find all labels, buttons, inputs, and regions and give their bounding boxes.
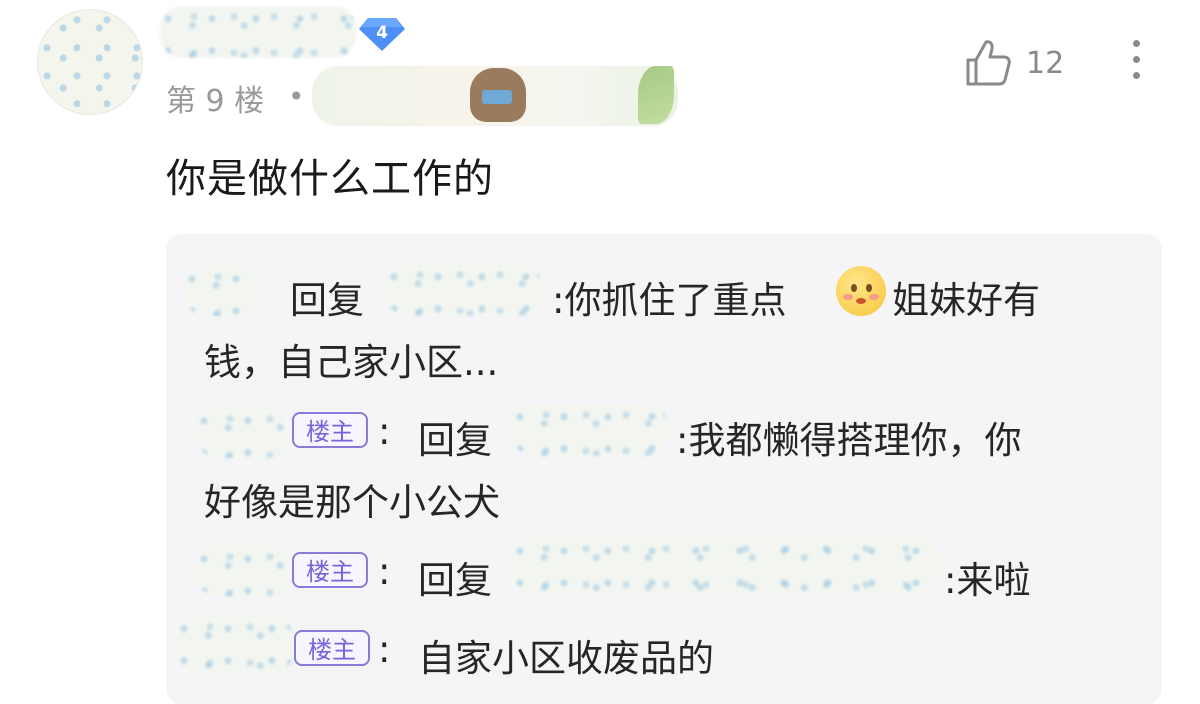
reply-text-line2: 好像是那个小公犬	[204, 481, 500, 524]
reply-text: :我都懒得搭理你，你	[676, 419, 1022, 462]
leaf-decoration-icon	[638, 66, 674, 124]
reply-text: :来啦	[944, 559, 1031, 602]
user-avatar[interactable]	[38, 10, 142, 114]
host-tag: 楼主	[294, 630, 370, 666]
comment-text: 你是做什么工作的	[166, 156, 494, 202]
reply-colon: :	[378, 550, 391, 593]
reply-word: 回复	[290, 279, 364, 322]
blushing-face-emoji	[836, 266, 886, 316]
reply-author-blurred[interactable]	[176, 616, 294, 674]
reply-word: 回复	[418, 419, 492, 462]
reply-author-blurred[interactable]	[196, 408, 290, 458]
reply-author-blurred[interactable]	[196, 546, 290, 596]
thumbs-up-icon[interactable]	[964, 38, 1012, 88]
reply-word: 回复	[418, 559, 492, 602]
floor-label: 第 9 楼	[166, 84, 265, 119]
like-count[interactable]: 12	[1026, 46, 1064, 81]
reply-target-blurred[interactable]	[386, 264, 542, 316]
emoji-cheek	[869, 294, 879, 300]
reply-text-continued: 姐妹好有	[892, 279, 1040, 322]
emoji-cheek	[843, 294, 853, 300]
reply-colon: :	[378, 628, 391, 671]
reply-author-blurred[interactable]	[184, 266, 258, 316]
reply-text-line2: 钱，自己家小区...	[204, 341, 499, 384]
reply-target-blurred[interactable]	[512, 538, 940, 594]
host-tag: 楼主	[292, 412, 368, 448]
reply-target-blurred[interactable]	[512, 404, 668, 456]
meta-separator: •	[288, 80, 305, 113]
host-tag: 楼主	[292, 552, 368, 588]
reply-colon: :	[378, 410, 391, 453]
level-badge: 4	[358, 16, 406, 52]
level-number: 4	[376, 23, 388, 43]
more-vertical-icon[interactable]	[1126, 40, 1146, 88]
username-blurred[interactable]	[160, 6, 356, 58]
reply-text: :你抓住了重点	[552, 279, 787, 322]
reply-text: 自家小区收废品的	[418, 637, 714, 680]
bear-sticker-icon	[470, 68, 526, 122]
